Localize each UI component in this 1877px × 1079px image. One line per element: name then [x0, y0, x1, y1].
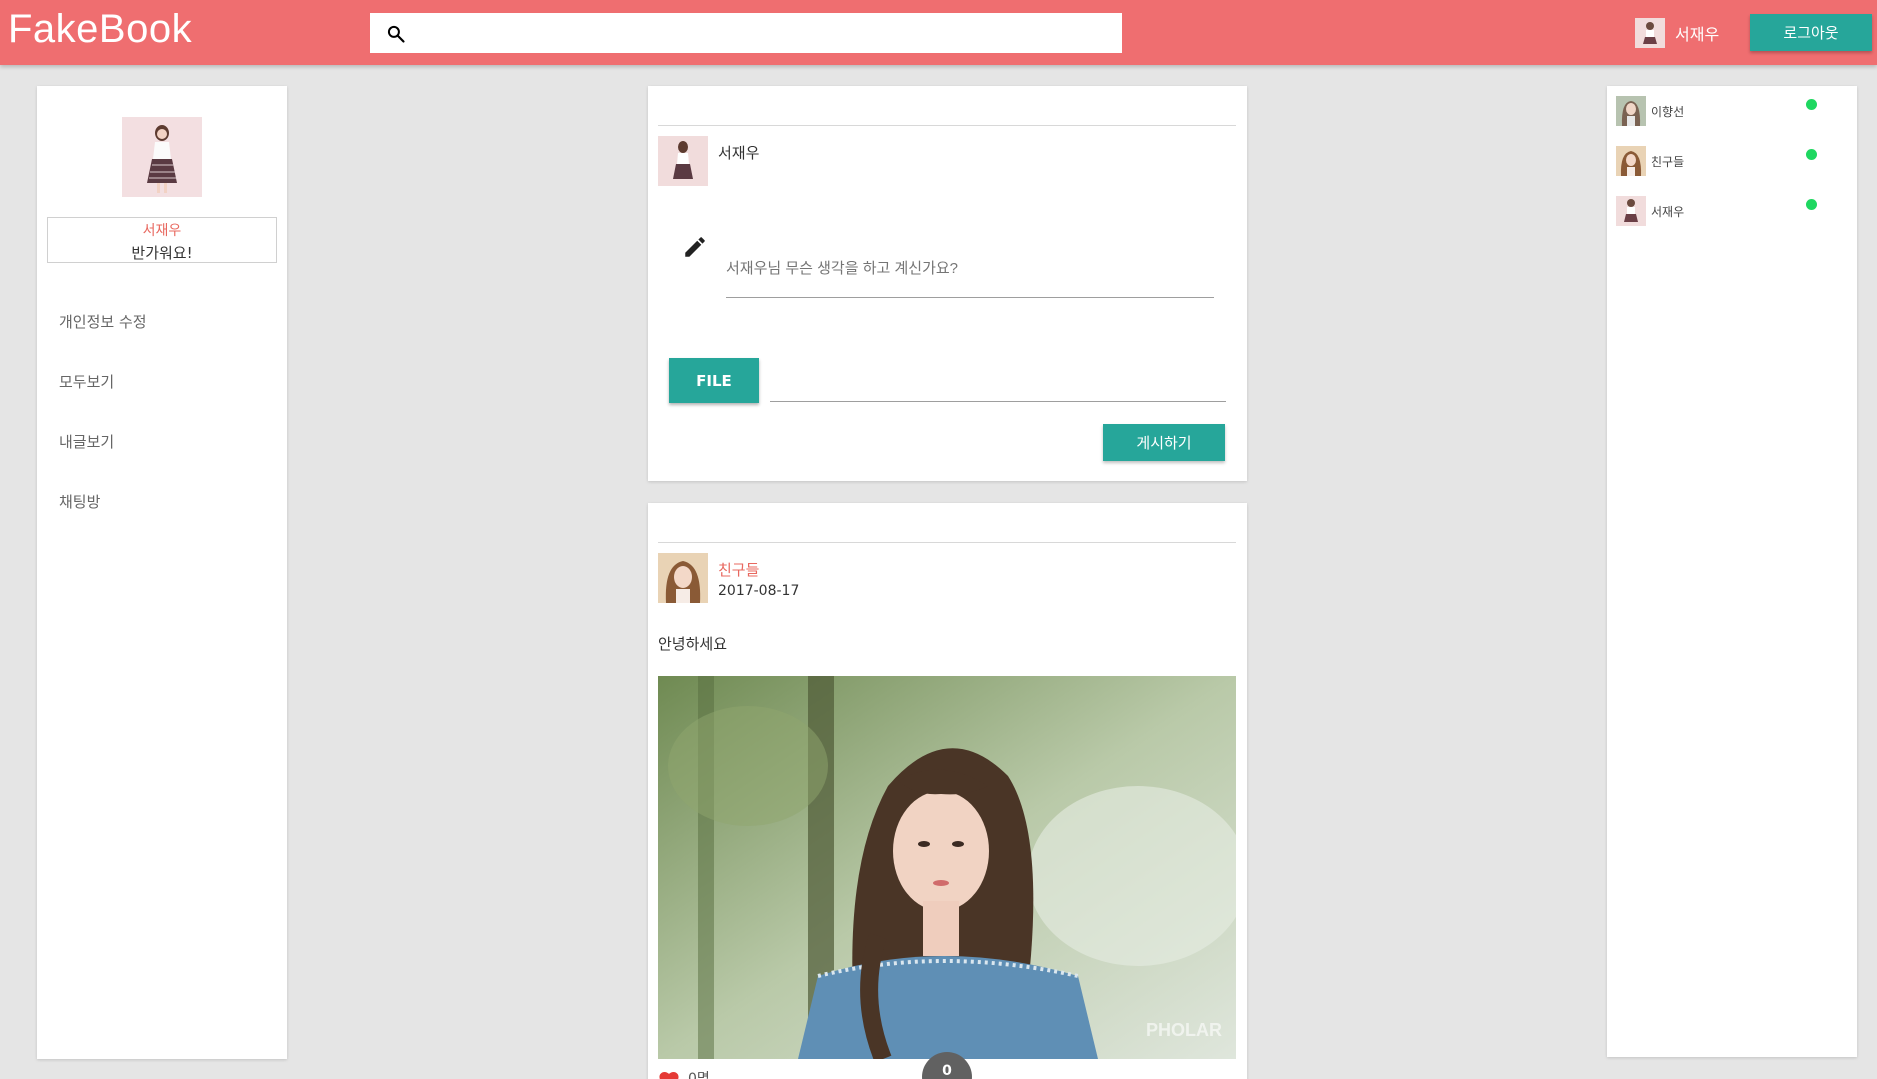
heart-icon[interactable] — [658, 1070, 680, 1079]
top-navbar: FakeBook 서재우 로그아웃 — [0, 0, 1877, 65]
file-path-field[interactable] — [770, 358, 1226, 402]
left-sidebar: 서재우 반가워요! 개인정보 수정 모두보기 내글보기 채팅방 — [37, 86, 287, 1059]
friends-sidebar: 이향선 친구들 서재우 — [1607, 86, 1857, 1057]
pencil-icon — [685, 237, 705, 257]
divider — [658, 125, 1236, 126]
post-composer: 서재우 FILE 게시하기 — [648, 86, 1247, 481]
avatar[interactable] — [658, 553, 708, 603]
photo-watermark: PHOLAR — [1146, 1020, 1222, 1040]
post-author[interactable]: 친구들 — [718, 559, 759, 580]
profile-greeting: 반가워요! — [131, 244, 193, 262]
avatar — [1616, 146, 1646, 176]
avatar — [1635, 18, 1665, 48]
online-status-icon — [1806, 99, 1817, 110]
avatar — [1616, 196, 1646, 226]
logout-button[interactable]: 로그아웃 — [1750, 14, 1872, 51]
profile-name: 서재우 — [142, 223, 182, 239]
feed-post: 친구들 2017-08-17 안녕하세요 PHOLAR 0명 0 — [648, 503, 1247, 1079]
friend-item[interactable]: 이향선 — [1616, 95, 1836, 127]
sidebar-item-view-all[interactable]: 모두보기 — [59, 371, 147, 431]
submit-post-button[interactable]: 게시하기 — [1103, 424, 1225, 461]
post-date: 2017-08-17 — [718, 583, 800, 599]
sidebar-item-chat-room[interactable]: 채팅방 — [59, 491, 147, 551]
friend-item[interactable]: 서재우 — [1616, 195, 1836, 227]
online-status-icon — [1806, 149, 1817, 160]
friend-name: 친구들 — [1651, 154, 1685, 169]
avatar — [658, 136, 708, 186]
sidebar-item-my-posts[interactable]: 내글보기 — [59, 431, 147, 491]
current-user[interactable]: 서재우 — [1635, 18, 1719, 48]
like-count: 0명 — [688, 1071, 710, 1079]
sidebar-menu: 개인정보 수정 모두보기 내글보기 채팅방 — [59, 311, 147, 551]
brand-logo[interactable]: FakeBook — [8, 7, 192, 52]
sidebar-item-edit-profile[interactable]: 개인정보 수정 — [59, 311, 147, 371]
post-photo-image — [658, 676, 1236, 1059]
friend-name: 서재우 — [1651, 204, 1685, 219]
profile-card: 서재우 반가워요! — [47, 217, 277, 263]
friend-item[interactable]: 친구들 — [1616, 145, 1836, 177]
search-bar[interactable] — [370, 13, 1122, 53]
divider — [658, 542, 1236, 543]
post-text: 안녕하세요 — [658, 635, 728, 653]
online-status-icon — [1806, 199, 1817, 210]
avatar — [1616, 96, 1646, 126]
search-input[interactable] — [420, 13, 1110, 53]
post-text-input[interactable] — [726, 238, 1214, 298]
friend-name: 이향선 — [1651, 104, 1685, 119]
search-icon — [387, 25, 405, 43]
file-button[interactable]: FILE — [669, 358, 759, 403]
current-user-name: 서재우 — [1675, 25, 1720, 44]
post-photo[interactable]: PHOLAR — [658, 676, 1236, 1059]
composer-author: 서재우 — [718, 144, 760, 162]
profile-photo — [122, 117, 202, 197]
